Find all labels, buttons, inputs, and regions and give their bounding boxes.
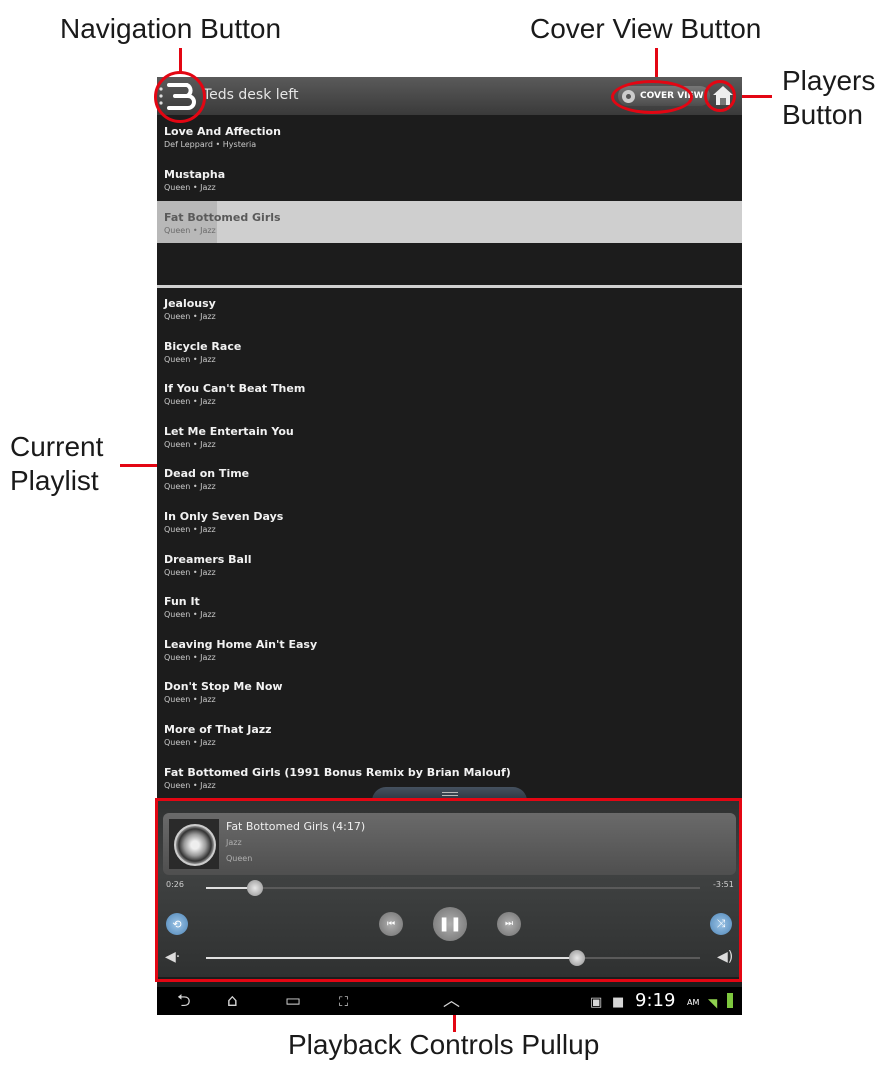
wifi-icon: ◥: [708, 996, 718, 1010]
status-clock: 9:19: [635, 990, 676, 1011]
room-title: Teds desk left: [203, 87, 299, 103]
battery-icon: [727, 993, 733, 1008]
song-artist-album: Queen • Jazz: [164, 780, 216, 790]
playlist-row[interactable]: Mustapha Queen • Jazz: [157, 158, 742, 200]
playlist-row[interactable]: Bicycle Race Queen • Jazz: [157, 330, 742, 372]
playlist-row[interactable]: In Only Seven Days Queen • Jazz: [157, 500, 742, 542]
song-title: Let Me Entertain You: [164, 424, 294, 438]
song-artist-album: Queen • Jazz: [164, 695, 216, 705]
song-title: Dreamers Ball: [164, 552, 252, 566]
playlist-row[interactable]: Dreamers Ball Queen • Jazz: [157, 543, 742, 585]
home-icon[interactable]: ⌂: [227, 992, 238, 1010]
song-artist-album: Queen • Jazz: [164, 312, 216, 321]
screenshot-icon[interactable]: ⛶: [339, 994, 348, 1012]
current-song-divider: [157, 285, 742, 288]
playlist-row[interactable]: Dead on Time Queen • Jazz: [157, 457, 742, 499]
status-ampm: AM: [687, 998, 700, 1007]
song-title: Fat Bottomed Girls: [164, 211, 281, 224]
song-artist-album: Queen • Jazz: [164, 482, 216, 492]
playlist-row[interactable]: Jealousy Queen • Jazz: [157, 287, 742, 329]
gallery-notification-icon: ▣: [590, 995, 603, 1010]
song-title: Leaving Home Ain't Easy: [164, 637, 318, 651]
song-artist-album: Def Leppard • Hysteria: [164, 140, 257, 149]
song-artist-album: Queen • Jazz: [164, 439, 216, 449]
song-artist-album: Queen • Jazz: [164, 354, 216, 364]
song-title: Dead on Time: [164, 467, 250, 481]
shopping-bag-icon: ■: [612, 995, 625, 1010]
song-artist-album: Queen • Jazz: [164, 183, 216, 192]
players-button-highlight: [704, 80, 736, 112]
android-system-bar: ⮌ ⌂ ▭ ⛶ ︿ ▣ ■ 9:19 AM ◥: [157, 987, 742, 1015]
song-artist-album: Queen • Jazz: [164, 738, 216, 747]
song-title: Mustapha: [164, 168, 226, 181]
song-title: Fat Bottomed Girls (1991 Bonus Remix by …: [164, 765, 511, 779]
cover-view-pointer-line: [655, 48, 658, 80]
song-artist-album: Queen • Jazz: [164, 226, 216, 235]
cover-view-button-highlight: [611, 80, 693, 114]
song-artist-album: Queen • Jazz: [164, 397, 216, 407]
playlist-row[interactable]: Don't Stop Me Now Queen • Jazz: [157, 670, 742, 712]
playlist-row[interactable]: More of That Jazz Queen • Jazz: [157, 713, 742, 755]
recent-apps-icon[interactable]: ▭: [285, 992, 301, 1010]
song-title: In Only Seven Days: [164, 510, 284, 523]
current-song-row[interactable]: Fat Bottomed Girls Queen • Jazz: [157, 201, 742, 243]
song-title: Fun It: [164, 595, 200, 609]
callout-current-playlist: Current Playlist: [10, 431, 104, 496]
playback-controls-highlight: [155, 798, 742, 982]
menu-up-icon[interactable]: ︿: [443, 992, 460, 1010]
song-artist-album: Queen • Jazz: [164, 567, 216, 577]
song-title: Don't Stop Me Now: [164, 680, 283, 694]
song-artist-album: Queen • Jazz: [164, 610, 216, 620]
song-title: Jealousy: [164, 297, 216, 310]
navigation-button-highlight: [154, 71, 206, 123]
callout-players-button: Players Button: [782, 65, 876, 130]
playlist-row[interactable]: Leaving Home Ain't Easy Queen • Jazz: [157, 628, 742, 670]
callout-navigation-button: Navigation Button: [60, 13, 282, 44]
song-title: If You Can't Beat Them: [164, 382, 306, 396]
playlist-row[interactable]: If You Can't Beat Them Queen • Jazz: [157, 372, 742, 414]
playlist-row[interactable]: Fun It Queen • Jazz: [157, 585, 742, 627]
song-artist-album: Queen • Jazz: [164, 525, 216, 534]
song-title: More of That Jazz: [164, 723, 272, 736]
back-icon[interactable]: ⮌: [177, 992, 191, 1010]
navigation-pointer-line: [179, 48, 182, 73]
callout-cover-view-button: Cover View Button: [530, 13, 762, 44]
playback-pointer-line: [453, 1014, 456, 1032]
current-playlist[interactable]: Love And Affection Def Leppard • Hysteria…: [157, 115, 742, 832]
callout-playback-controls-pullup: Playback Controls Pullup: [288, 1029, 600, 1060]
song-title: Love And Affection: [164, 125, 281, 138]
song-artist-album: Queen • Jazz: [164, 652, 216, 662]
playlist-row[interactable]: Let Me Entertain You Queen • Jazz: [157, 415, 742, 457]
grip-icon: [442, 792, 458, 793]
playlist-row[interactable]: Love And Affection Def Leppard • Hysteria: [157, 115, 742, 157]
song-title: Bicycle Race: [164, 339, 242, 353]
